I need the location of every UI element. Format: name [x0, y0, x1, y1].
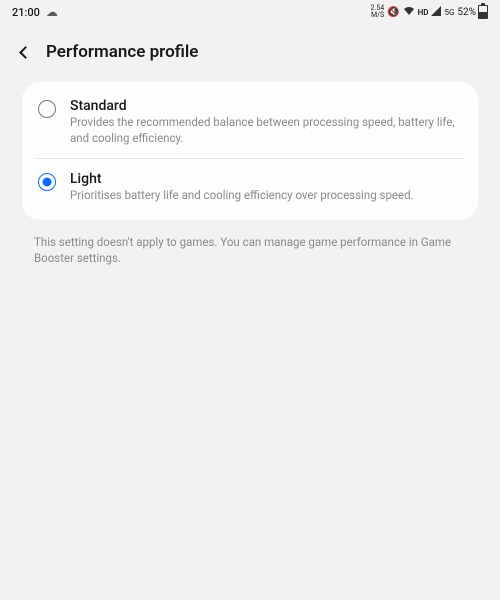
- radio-standard[interactable]: [38, 100, 56, 118]
- mute-icon: 🔇: [387, 7, 399, 18]
- option-desc: Provides the recommended balance between…: [70, 115, 462, 146]
- status-time: 21:00: [12, 6, 40, 19]
- net-speed-indicator: 2.54M/S: [370, 5, 384, 19]
- option-body: Light Prioritises battery life and cooli…: [70, 171, 462, 204]
- status-bar: 21:00 ☁ 2.54M/S 🔇 HD 5G 52%: [0, 0, 500, 24]
- cloud-icon: ☁: [46, 5, 58, 19]
- hd-indicator: HD: [418, 8, 429, 17]
- page-title: Performance profile: [46, 42, 198, 62]
- chevron-left-icon: [19, 46, 32, 59]
- battery-indicator: 52%: [457, 5, 488, 19]
- option-title: Light: [70, 171, 462, 187]
- network-type: 5G: [444, 8, 454, 17]
- status-left: 21:00 ☁: [12, 5, 58, 19]
- option-standard[interactable]: Standard Provides the recommended balanc…: [36, 86, 464, 158]
- radio-light[interactable]: [38, 173, 56, 191]
- status-right: 2.54M/S 🔇 HD 5G 52%: [370, 5, 488, 19]
- back-button[interactable]: [14, 42, 34, 62]
- options-card: Standard Provides the recommended balanc…: [22, 82, 478, 220]
- wifi-icon: [403, 6, 415, 19]
- signal-icon: [431, 6, 441, 19]
- footer-note: This setting doesn't apply to games. You…: [0, 220, 500, 266]
- battery-icon: [478, 5, 488, 19]
- app-header: Performance profile: [0, 24, 500, 76]
- option-title: Standard: [70, 98, 462, 114]
- option-body: Standard Provides the recommended balanc…: [70, 98, 462, 146]
- option-light[interactable]: Light Prioritises battery life and cooli…: [36, 158, 464, 216]
- option-desc: Prioritises battery life and cooling eff…: [70, 188, 462, 204]
